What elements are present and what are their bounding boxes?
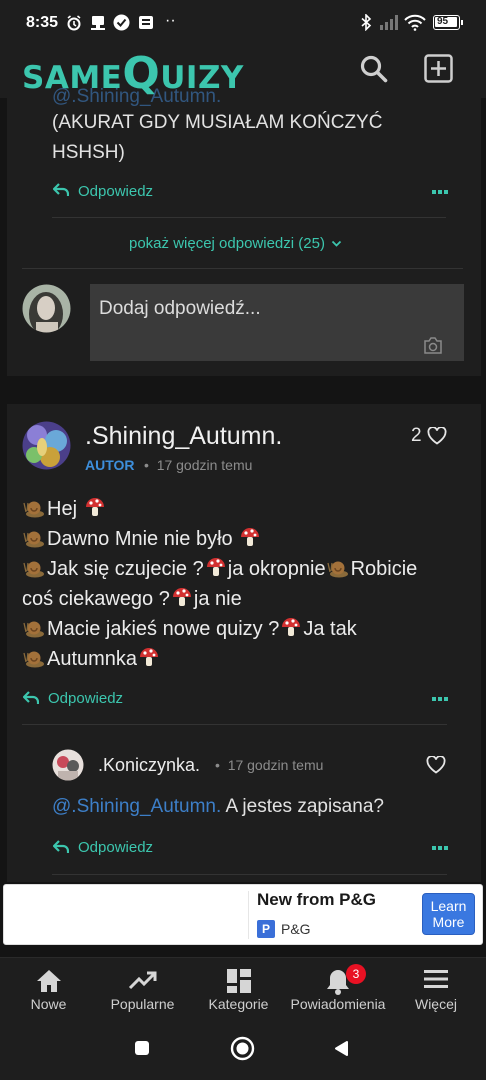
system-navigation-bar [0,1017,486,1080]
mushroom-emoji [282,618,301,636]
snail-emoji [23,501,44,518]
comment-line-1: Hej [22,496,107,521]
comment-card: .Shining_Autumn. AUTOR • 17 godzin temu … [7,404,481,882]
reply-button[interactable]: Odpowiedz [78,839,153,856]
snail-emoji [23,531,44,548]
ad-banner[interactable]: New from P&G P P&G Learn More [3,884,483,945]
mushroom-emoji [206,558,225,576]
reply-mention[interactable]: @.Shining_Autumn. [52,86,221,108]
camera-icon[interactable] [423,337,443,354]
add-quiz-icon[interactable] [424,54,453,83]
author-name[interactable]: .Shining_Autumn. [85,422,282,451]
reply-icon[interactable] [23,691,39,705]
signal-icon [380,15,398,30]
show-more-replies-link[interactable]: pokaż więcej odpowiedzi (25) [129,235,342,252]
battery-icon: 95 [433,15,460,30]
mushroom-emoji [172,588,191,606]
comment-line-6: Autumnka [22,646,161,671]
snail-emoji [23,621,44,638]
user-avatar[interactable] [22,284,71,333]
search-icon[interactable] [359,54,389,84]
ad-title[interactable]: New from P&G [257,890,376,910]
trending-icon [128,971,156,990]
news-icon [139,16,153,29]
mushroom-emoji [85,498,104,516]
check-circle-icon [113,14,130,31]
more-notifications-icon: ·· [165,12,176,29]
like-count: 2 [411,425,422,446]
nav-item-wiecej[interactable]: Więcej [386,958,486,1018]
heart-icon[interactable] [426,756,446,774]
previous-comment-card: @.Shining_Autumn. (AKURAT GDY MUSIAŁAM K… [7,86,481,376]
download-icon [91,16,105,30]
reply-body: @.Shining_Autumn. A jestes zapisana? [52,796,384,817]
snail-emoji [23,651,44,668]
more-options-icon[interactable] [432,190,448,194]
mushroom-emoji [140,648,159,666]
alarm-icon [67,15,81,31]
reply-author-name[interactable]: .Koniczynka. [98,755,200,776]
reply-time: • 17 godzin temu [215,757,324,773]
chevron-down-icon [331,240,342,247]
reply-author-avatar[interactable] [52,749,84,781]
notification-badge: 3 [346,964,366,984]
reply-button[interactable]: Odpowiedz [78,183,153,200]
reply-icon[interactable] [53,183,69,197]
ad-brand: P&G [281,921,311,937]
nav-item-powiadomienia[interactable]: 3 Powiadomienia [288,958,388,1018]
nav-item-popularne[interactable]: Popularne [94,958,191,1018]
mushroom-emoji [241,528,260,546]
reply-icon[interactable] [53,840,69,854]
menu-icon [424,970,448,988]
status-time: 8:35 [26,14,59,31]
bluetooth-icon [361,14,372,31]
reply-mention[interactable]: @.Shining_Autumn. [52,796,221,817]
author-badge: AUTOR [85,457,135,473]
recent-apps-button[interactable] [135,1041,149,1055]
comment-line-4: coś ciekawego ? ja nie [22,588,242,610]
nav-item-nowe[interactable]: Nowe [0,958,97,1018]
ad-brand-logo: P [257,920,275,938]
snail-emoji [23,561,44,578]
home-button[interactable] [230,1036,255,1061]
reply-text-line-2: HSHSH) [52,142,125,163]
comment-line-3: Jak się czujecie ? ja okropnie Robicie [22,556,417,581]
nav-item-kategorie[interactable]: Kategorie [190,958,287,1018]
add-reply-input[interactable]: Dodaj odpowiedź... [90,284,464,361]
comment-line-5: Macie jakieś nowe quizy ? Ja tak [22,616,357,641]
comment-line-2: Dawno Mnie nie było [22,526,262,551]
grid-icon [226,969,251,993]
battery-level: 95 [437,16,449,27]
back-button[interactable] [333,1040,349,1057]
status-bar: 8:35 ·· 95 [0,0,486,44]
snail-emoji [326,561,348,578]
reply-button[interactable]: Odpowiedz [48,690,123,707]
reply-text-line-1: (AKURAT GDY MUSIAŁAM KOŃCZYĆ [52,112,383,133]
bottom-navigation: Nowe Popularne Kategorie 3 Powiadomienia [0,957,486,1017]
wifi-icon [404,14,426,31]
ad-learn-more-button[interactable]: Learn More [422,893,475,935]
heart-icon[interactable] [427,427,447,445]
author-avatar[interactable] [22,421,71,470]
home-icon [36,970,61,992]
more-options-icon[interactable] [432,846,448,850]
more-options-icon[interactable] [432,697,448,701]
comment-time: • 17 godzin temu [144,457,253,473]
